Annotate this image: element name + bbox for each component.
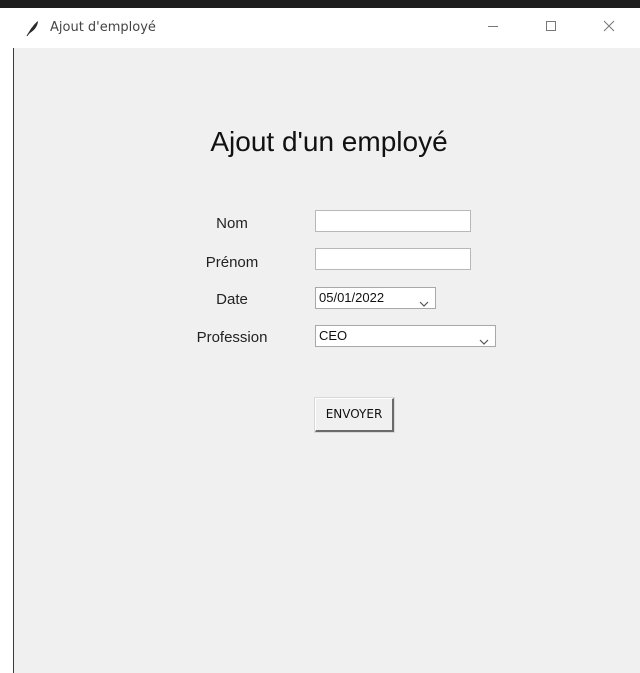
nom-label: Nom — [216, 215, 248, 232]
minimize-button[interactable] — [470, 8, 516, 48]
profession-label: Profession — [196, 329, 268, 346]
window-title: Ajout d'employé — [50, 20, 156, 35]
date-value: 05/01/2022 — [319, 290, 385, 305]
profession-value: CEO — [319, 328, 348, 343]
chevron-down-icon[interactable] — [479, 332, 489, 345]
chevron-down-icon[interactable] — [419, 294, 429, 307]
app-window: Ajout d'employé Ajout d'un employé Nom P… — [14, 8, 640, 673]
close-button[interactable] — [586, 8, 632, 48]
date-picker[interactable]: 05/01/2022 — [315, 287, 436, 309]
screen-top-edge — [0, 0, 640, 8]
submit-button[interactable]: ENVOYER — [314, 397, 395, 433]
nom-input[interactable] — [315, 210, 471, 232]
maximize-icon — [545, 19, 557, 37]
profession-select[interactable]: CEO — [315, 325, 496, 347]
feather-icon — [26, 20, 40, 37]
page-title: Ajout d'un employé — [14, 126, 640, 158]
prenom-input[interactable] — [315, 248, 471, 270]
maximize-button[interactable] — [528, 8, 574, 48]
title-bar[interactable]: Ajout d'employé — [14, 8, 640, 48]
screen-left-edge — [0, 8, 14, 673]
prenom-label: Prénom — [205, 254, 259, 271]
page-title-text: Ajout d'un employé — [210, 126, 448, 157]
date-label: Date — [216, 291, 248, 308]
close-icon — [603, 19, 615, 37]
minimize-icon — [487, 19, 499, 37]
